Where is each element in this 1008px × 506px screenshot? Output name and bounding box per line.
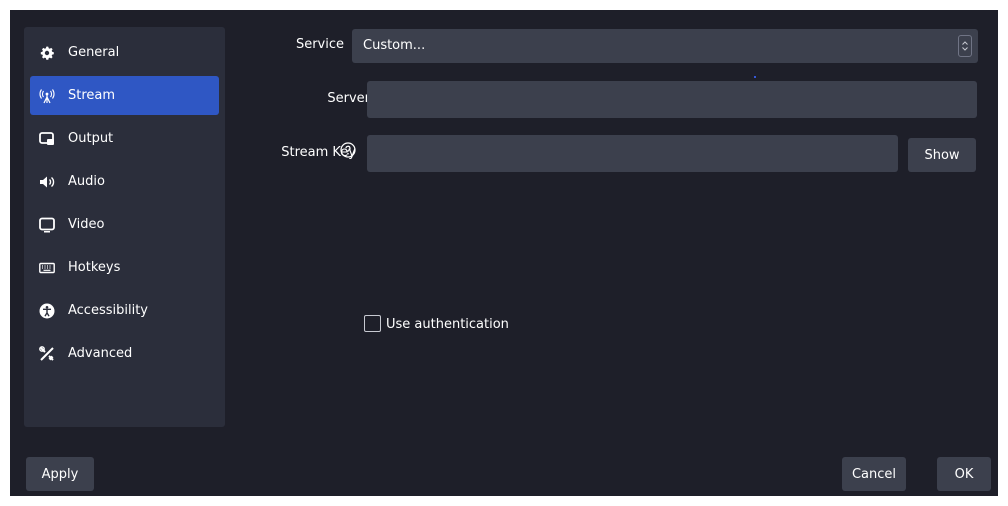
help-icon[interactable] <box>340 142 356 162</box>
use-authentication-checkbox[interactable] <box>364 315 381 332</box>
sidebar-item-label: Advanced <box>68 346 133 361</box>
cancel-button[interactable]: Cancel <box>842 457 906 491</box>
sidebar-item-label: Video <box>68 217 105 232</box>
sidebar-item-advanced[interactable]: Advanced <box>30 334 219 373</box>
ok-button[interactable]: OK <box>937 457 991 491</box>
speaker-icon <box>39 174 55 190</box>
sidebar-item-stream[interactable]: Stream <box>30 76 219 115</box>
sidebar-item-accessibility[interactable]: Accessibility <box>30 291 219 330</box>
up-down-arrows-icon <box>958 35 972 57</box>
service-select[interactable]: Custom... <box>352 29 978 63</box>
sidebar-item-label: Output <box>68 131 114 146</box>
sidebar-item-label: Hotkeys <box>68 260 121 275</box>
sidebar-item-video[interactable]: Video <box>30 205 219 244</box>
show-key-button-label: Show <box>924 147 960 163</box>
service-label: Service <box>295 37 344 52</box>
monitor-icon <box>39 217 55 233</box>
sidebar-item-label: Audio <box>68 174 105 189</box>
settings-sidebar: General Stream Output Audio Video Hotkey… <box>24 27 225 427</box>
cancel-button-label: Cancel <box>851 466 897 482</box>
settings-window: General Stream Output Audio Video Hotkey… <box>10 10 998 496</box>
gear-icon <box>39 45 55 61</box>
antenna-icon <box>39 88 55 104</box>
apply-button[interactable]: Apply <box>26 457 94 491</box>
sidebar-item-audio[interactable]: Audio <box>30 162 219 201</box>
stream-key-input[interactable] <box>367 135 898 172</box>
sidebar-item-general[interactable]: General <box>30 33 219 72</box>
focus-marker <box>754 76 756 78</box>
ok-button-label: OK <box>954 466 974 482</box>
tools-icon <box>39 345 55 362</box>
show-key-button[interactable]: Show <box>908 138 976 172</box>
output-icon <box>39 131 55 147</box>
sidebar-item-hotkeys[interactable]: Hotkeys <box>30 248 219 287</box>
server-input[interactable] <box>367 81 977 118</box>
sidebar-item-output[interactable]: Output <box>30 119 219 158</box>
accessibility-icon <box>39 303 55 319</box>
server-label: Server <box>327 91 370 106</box>
apply-button-label: Apply <box>41 466 79 482</box>
sidebar-item-label: Stream <box>68 88 116 103</box>
sidebar-item-label: General <box>68 45 120 60</box>
keyboard-icon <box>39 260 55 276</box>
service-select-value: Custom... <box>363 38 426 53</box>
sidebar-item-label: Accessibility <box>68 303 148 318</box>
use-authentication-label[interactable]: Use authentication <box>386 317 509 332</box>
